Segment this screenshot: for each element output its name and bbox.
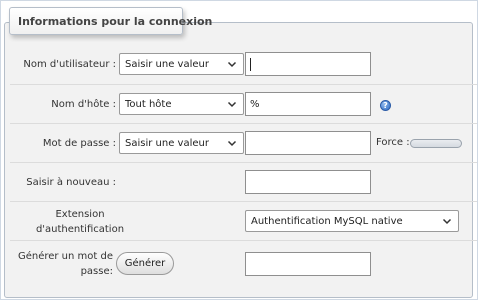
password-input[interactable] <box>245 131 371 155</box>
retype-label: Saisir à nouveau : <box>26 177 116 188</box>
username-type-value: Saisir une valeur <box>125 58 209 70</box>
username-input[interactable] <box>245 52 371 76</box>
password-strength-meter <box>410 139 462 148</box>
auth-plugin-label: Extension d'authentification <box>35 208 125 235</box>
auth-plugin-row: Extension d'authentification Authentific… <box>10 201 477 241</box>
username-type-select[interactable]: Saisir une valeur <box>119 53 244 75</box>
strength-label: Force : <box>376 137 410 148</box>
auth-plugin-select[interactable]: Authentification MySQL native <box>245 210 459 232</box>
generate-password-row: Générer un mot de passe: Générer <box>10 240 477 287</box>
chevron-down-icon <box>227 140 237 147</box>
generate-password-label: Générer un mot de passe: <box>17 251 113 277</box>
retype-row: Saisir à nouveau : <box>10 162 477 202</box>
chevron-down-icon <box>442 218 452 225</box>
help-icon[interactable]: ? <box>380 100 391 111</box>
generated-password-input[interactable] <box>245 252 371 276</box>
host-label: Nom d'hôte : <box>51 99 116 110</box>
host-value: % <box>250 98 260 110</box>
text-caret <box>250 57 251 71</box>
generate-button[interactable]: Générer <box>116 252 174 275</box>
login-info-fieldset: Nom d'utilisateur : Saisir une valeur No… <box>4 22 477 298</box>
password-row: Mot de passe : Saisir une valeur Force : <box>10 123 477 163</box>
password-type-value: Saisir une valeur <box>125 137 209 149</box>
host-input[interactable]: % <box>245 92 371 116</box>
chevron-down-icon <box>227 61 237 68</box>
auth-plugin-value: Authentification MySQL native <box>251 215 403 227</box>
host-row: Nom d'hôte : Tout hôte % ? <box>10 84 477 124</box>
retype-password-input[interactable] <box>245 170 371 194</box>
username-label: Nom d'utilisateur : <box>23 59 116 70</box>
host-type-select[interactable]: Tout hôte <box>119 93 244 115</box>
username-row: Nom d'utilisateur : Saisir une valeur <box>10 45 477 84</box>
section-legend: Informations pour la connexion <box>9 7 212 35</box>
chevron-down-icon <box>227 101 237 108</box>
password-type-select[interactable]: Saisir une valeur <box>119 132 244 154</box>
password-label: Mot de passe : <box>42 138 116 149</box>
host-type-value: Tout hôte <box>125 98 172 110</box>
